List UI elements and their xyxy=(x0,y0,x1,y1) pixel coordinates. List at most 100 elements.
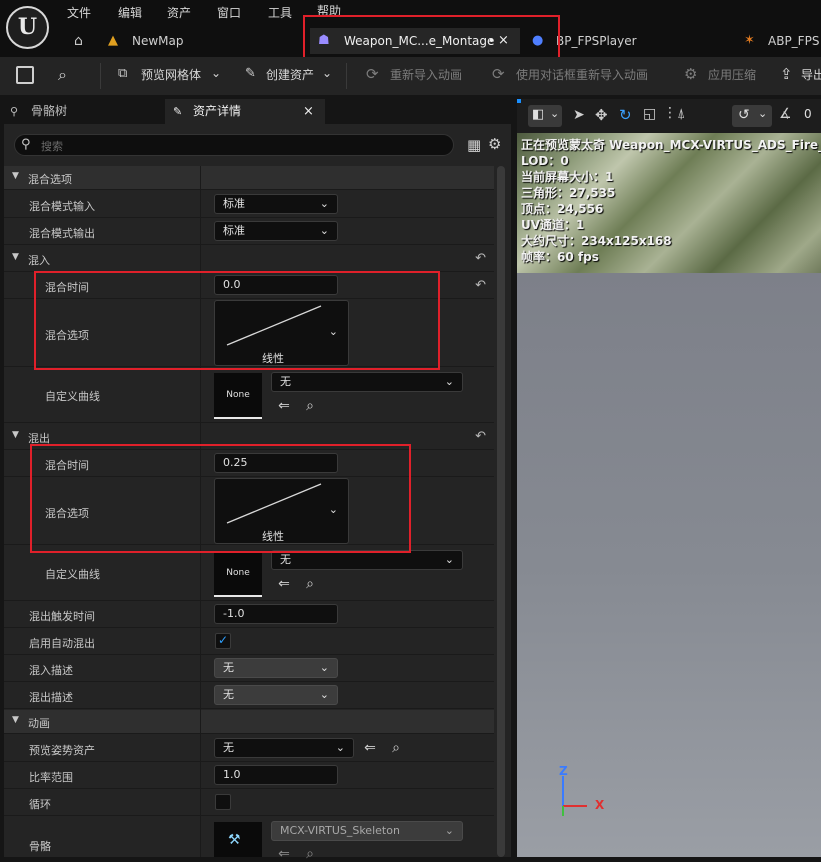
browse-icon[interactable]: ⌕ xyxy=(302,398,318,414)
skeleton-label: 骨骼 xyxy=(29,840,51,853)
reimport-dialog-icon: ⟳ xyxy=(492,65,505,83)
category-label: 动画 xyxy=(28,717,50,730)
row-blend-out-desc: 混出描述 无 ⌄ xyxy=(4,682,494,709)
blend-mode-in-label: 混合模式输入 xyxy=(29,200,95,213)
reimport-button[interactable]: 重新导入动画 xyxy=(390,66,462,83)
custom-curve-value: 无 xyxy=(280,553,291,566)
scale-icon[interactable]: ◱ xyxy=(643,106,656,122)
menu-edit[interactable]: 编辑 xyxy=(118,4,142,21)
row-preview-pose: 预览姿势资产 无 ⌄ ⇐ ⌕ xyxy=(4,735,494,762)
title-bar: U 文件 编辑 资产 窗口 工具 帮助 ⌂ ▲ NewMap ☗ Weapon_… xyxy=(0,0,821,59)
axis-x-label: X xyxy=(595,798,605,812)
menu-window[interactable]: 窗口 xyxy=(217,4,241,21)
browse-icon[interactable]: ⌕ xyxy=(302,576,318,592)
blend-in-desc-dropdown[interactable]: 无 ⌄ xyxy=(214,658,338,678)
reset-arrow-icon[interactable]: ↶ xyxy=(475,278,486,293)
blend-mode-out-dropdown[interactable]: 标准 ⌄ xyxy=(214,221,338,241)
bone-icon: ⚒ xyxy=(228,832,241,848)
menu-tools[interactable]: 工具 xyxy=(268,4,292,21)
row-blend-out-trigger: 混出触发时间 -1.0 xyxy=(4,601,494,628)
viewport-options-button[interactable]: ◧ ⌄ xyxy=(528,105,562,127)
chevron-down-icon: ⌄ xyxy=(319,688,329,701)
create-asset-button[interactable]: 创建资产 xyxy=(266,66,314,83)
menu-file[interactable]: 文件 xyxy=(67,4,91,21)
browse-asset-icon[interactable]: ⌕ xyxy=(58,65,67,85)
blend-out-trigger-input[interactable]: -1.0 xyxy=(214,604,338,624)
category-blend-in[interactable]: ▼ 混入 ↶ xyxy=(4,245,494,272)
reset-arrow-icon[interactable]: ↶ xyxy=(475,429,486,444)
browse-icon[interactable]: ⌕ xyxy=(388,740,404,756)
tab-asset-details-label: 资产详情 xyxy=(193,104,242,118)
skeleton-thumbnail[interactable]: ⚒ xyxy=(214,822,262,857)
blend-out-desc-dropdown[interactable]: 无 ⌄ xyxy=(214,685,338,705)
create-asset-icon: ✎ xyxy=(245,66,256,81)
menu-help[interactable]: 帮助 xyxy=(317,2,341,16)
loop-checkbox[interactable] xyxy=(215,794,231,810)
home-icon[interactable]: ⌂ xyxy=(74,33,83,49)
rotate-icon[interactable]: ↻ xyxy=(619,106,632,124)
tab-asset-details[interactable]: ✎ 资产详情 × xyxy=(165,99,325,124)
anim-blueprint-icon: ✶ xyxy=(744,33,755,48)
expand-arrow-icon[interactable]: ▼ xyxy=(12,430,19,440)
chevron-down-icon[interactable]: ⌄ xyxy=(211,66,221,80)
curve-asset-thumbnail[interactable]: None xyxy=(214,551,262,597)
gear-icon[interactable]: ⚙ xyxy=(488,135,501,153)
tab-abp-fps[interactable]: ✶ ABP_FPS xyxy=(740,28,821,54)
use-selected-icon[interactable]: ⇐ xyxy=(362,740,378,756)
unreal-logo-icon[interactable]: U xyxy=(6,6,49,49)
viewport-toolbar: ◧ ⌄ ➤ ✥ ↻ ◱ ⋮ ⍋ ↺ ⌄ ∡ 0 xyxy=(517,99,821,133)
search-input[interactable]: ⚲ 搜索 xyxy=(14,134,454,156)
menu-asset[interactable]: 资产 xyxy=(167,4,191,21)
blend-out-curve-dropdown[interactable]: 无 ⌄ xyxy=(271,550,463,570)
select-cursor-icon[interactable]: ➤ xyxy=(573,107,585,123)
tab-newmap[interactable]: ▲ NewMap xyxy=(104,28,294,54)
chevron-down-icon: ⌄ xyxy=(444,375,454,388)
close-panel-icon[interactable]: × xyxy=(303,99,314,124)
blend-in-curve-dropdown[interactable]: 无 ⌄ xyxy=(271,372,463,392)
preview-pose-label: 预览姿势资产 xyxy=(29,744,95,757)
chevron-down-icon: ⌄ xyxy=(444,824,454,837)
browse-icon[interactable]: ⌕ xyxy=(302,846,318,862)
reimport-dialog-button[interactable]: 使用对话框重新导入动画 xyxy=(516,66,648,83)
category-animation[interactable]: ▼ 动画 xyxy=(4,710,494,734)
skeleton-tree-icon: ⚲ xyxy=(10,105,19,118)
preview-viewport[interactable]: ◧ ⌄ ➤ ✥ ↻ ◱ ⋮ ⍋ ↺ ⌄ ∡ 0 正在预览蒙太奇 Weapon_M… xyxy=(517,99,821,857)
more-options-icon[interactable]: ⋮ xyxy=(663,105,677,121)
export-button[interactable]: 导出 xyxy=(801,66,821,83)
details-scrollbar[interactable] xyxy=(497,166,505,857)
local-space-icon[interactable]: ⍋ xyxy=(677,106,685,122)
chevron-down-icon: ⌄ xyxy=(319,661,329,674)
row-loop: 循环 xyxy=(4,789,494,816)
translate-icon[interactable]: ✥ xyxy=(595,106,608,124)
highlight-box-tab xyxy=(303,15,560,59)
save-icon[interactable] xyxy=(16,66,34,84)
blend-in-desc-value: 无 xyxy=(223,661,234,674)
preview-mesh-button[interactable]: 预览网格体 xyxy=(141,66,201,83)
use-selected-icon[interactable]: ⇐ xyxy=(276,846,292,862)
expand-arrow-icon[interactable]: ▼ xyxy=(12,171,19,181)
use-selected-icon[interactable]: ⇐ xyxy=(276,398,292,414)
rate-scale-input[interactable]: 1.0 xyxy=(214,765,338,785)
use-selected-icon[interactable]: ⇐ xyxy=(276,576,292,592)
angle-icon[interactable]: ∡ xyxy=(779,106,792,122)
chevron-down-icon[interactable]: ⌄ xyxy=(322,66,332,80)
tab-skeleton-tree[interactable]: ⚲ 骨骼树 xyxy=(0,99,160,124)
auto-blend-out-checkbox[interactable]: ✓ xyxy=(215,633,231,649)
category-blend-options[interactable]: ▼ 混合选项 xyxy=(4,166,494,190)
map-icon: ▲ xyxy=(108,33,118,48)
skeleton-dropdown[interactable]: MCX-VIRTUS_Skeleton ⌄ xyxy=(271,821,463,841)
stat-triangles: 三角形：27,535 xyxy=(521,186,616,200)
blend-mode-in-dropdown[interactable]: 标准 ⌄ xyxy=(214,194,338,214)
blend-out-trigger-label: 混出触发时间 xyxy=(29,610,95,623)
expand-arrow-icon[interactable]: ▼ xyxy=(12,715,19,725)
apply-compression-button[interactable]: 应用压缩 xyxy=(708,66,756,83)
rotation-snap-value[interactable]: 0 xyxy=(804,107,812,121)
curve-asset-thumbnail[interactable]: None xyxy=(214,373,262,419)
rotation-snap-button[interactable]: ↺ ⌄ xyxy=(732,105,772,127)
expand-arrow-icon[interactable]: ▼ xyxy=(12,252,19,262)
panel-tab-strip: ⚲ 骨骼树 ✎ 资产详情 × xyxy=(0,99,515,124)
reset-arrow-icon[interactable]: ↶ xyxy=(475,251,486,266)
chevron-down-icon: ⌄ xyxy=(335,741,345,754)
preview-pose-dropdown[interactable]: 无 ⌄ xyxy=(214,738,354,758)
table-view-icon[interactable]: ▦ xyxy=(467,136,481,154)
